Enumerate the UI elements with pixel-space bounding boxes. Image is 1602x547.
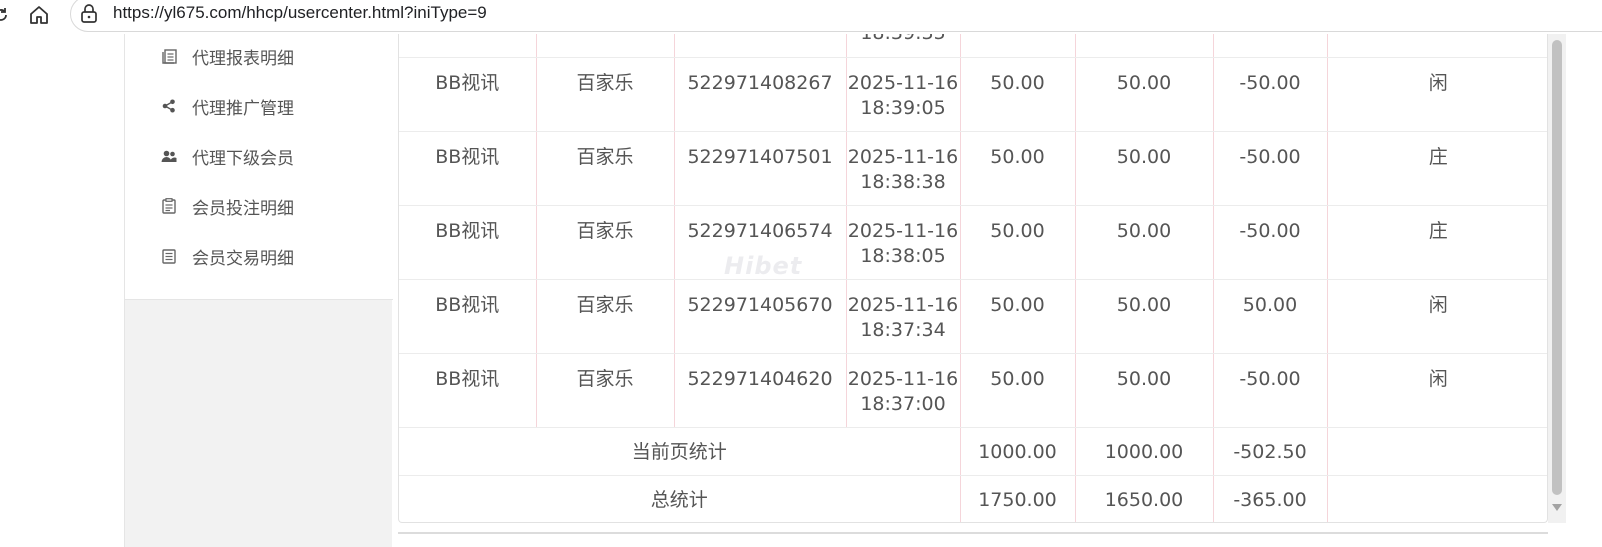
time-text: 18:38:38 — [860, 170, 946, 193]
bet-records-table: 18:39:35 BB视讯 百家乐 522971408267 2025-11-1… — [399, 34, 1547, 522]
site-info-icon[interactable] — [80, 4, 98, 24]
summary-bet-total: 1000.00 — [960, 427, 1076, 476]
table-row[interactable]: BB视讯 百家乐 522971406574 2025-11-16 18:38:05… — [399, 205, 1547, 280]
share-icon — [161, 98, 177, 114]
sidebar-item-member-transactions[interactable]: 会员交易明细 — [125, 234, 393, 278]
result-cell: 闲 — [1327, 57, 1547, 132]
platform-cell: BB视讯 — [399, 57, 537, 132]
result-cell: 闲 — [1327, 353, 1547, 428]
date-text: 2025-11-16 — [847, 71, 959, 94]
datetime-cell: 2025-11-16 18:37:34 — [846, 279, 961, 354]
game-cell: 百家乐 — [536, 57, 675, 132]
date-text: 2025-11-16 — [847, 367, 959, 390]
summary-row-total: 总统计 1750.00 1650.00 -365.00 — [399, 475, 1547, 522]
win-loss-cell: -50.00 — [1213, 353, 1328, 428]
win-loss-cell: -50.00 — [1213, 131, 1328, 206]
order-cell: 522971407501 — [674, 131, 847, 206]
users-icon — [161, 148, 177, 164]
valid-bet-cell: 50.00 — [1075, 131, 1214, 206]
platform-cell: BB视讯 — [399, 131, 537, 206]
browser-toolbar: https://yl675.com/hhcp/usercenter.html?i… — [0, 0, 1602, 34]
platform-cell: BB视讯 — [399, 353, 537, 428]
report-icon — [161, 48, 177, 64]
table-row[interactable]: BB视讯 百家乐 522971405670 2025-11-16 18:37:34… — [399, 279, 1547, 354]
table-row[interactable]: BB视讯 百家乐 522971404620 2025-11-16 18:37:00… — [399, 353, 1547, 428]
valid-bet-cell: 50.00 — [1075, 279, 1214, 354]
reload-icon[interactable] — [0, 2, 14, 28]
sidebar-item-agent-promo[interactable]: 代理推广管理 — [125, 84, 393, 128]
table-row[interactable]: BB视讯 百家乐 522971407501 2025-11-16 18:38:38… — [399, 131, 1547, 206]
bet-amount-cell: 50.00 — [960, 353, 1076, 428]
summary-valid-total: 1000.00 — [1075, 427, 1214, 476]
date-text: 2025-11-16 — [847, 145, 959, 168]
summary-label: 当前页统计 — [399, 427, 961, 476]
list-icon — [161, 248, 177, 264]
bet-amount-cell: 50.00 — [960, 205, 1076, 280]
time-text: 18:37:00 — [860, 392, 946, 415]
sidebar-item-label: 代理推广管理 — [192, 98, 294, 119]
summary-label: 总统计 — [399, 475, 961, 522]
datetime-cell: 2025-11-16 18:37:00 — [846, 353, 961, 428]
sidebar-menu: 代理报表明细 代理推广管理 代理下级会员 会员投注明细 会员交易明细 — [125, 34, 393, 300]
table-scrollbar[interactable] — [1548, 34, 1566, 523]
win-loss-cell: 50.00 — [1213, 279, 1328, 354]
result-cell: 庄 — [1327, 205, 1547, 280]
time-text: 18:37:34 — [860, 318, 946, 341]
result-cell: 闲 — [1327, 279, 1547, 354]
order-cell: 522971404620 — [674, 353, 847, 428]
game-cell: 百家乐 — [536, 279, 675, 354]
table-row[interactable]: BB视讯 百家乐 522971408267 2025-11-16 18:39:05… — [399, 57, 1547, 132]
valid-bet-cell: 50.00 — [1075, 353, 1214, 428]
scroll-thumb[interactable] — [1552, 40, 1562, 495]
time-text: 18:39:05 — [860, 96, 946, 119]
platform-cell: BB视讯 — [399, 279, 537, 354]
time-text: 18:38:05 — [860, 244, 946, 267]
platform-cell: BB视讯 — [399, 205, 537, 280]
game-cell: 百家乐 — [536, 205, 675, 280]
bet-amount-cell: 50.00 — [960, 279, 1076, 354]
order-cell: 522971408267 — [674, 57, 847, 132]
summary-valid-total: 1650.00 — [1075, 475, 1214, 522]
valid-bet-cell: 50.00 — [1075, 205, 1214, 280]
datetime-cell: 2025-11-16 18:38:38 — [846, 131, 961, 206]
game-cell: 百家乐 — [536, 353, 675, 428]
panel-divider — [398, 532, 1548, 534]
date-text: 2025-11-16 — [847, 219, 959, 242]
summary-blank-cell — [1327, 427, 1547, 476]
time-cell: 18:39:35 — [846, 34, 961, 58]
date-text: 2025-11-16 — [847, 293, 959, 316]
win-loss-cell: -50.00 — [1213, 57, 1328, 132]
bet-records-panel: 18:39:35 BB视讯 百家乐 522971408267 2025-11-1… — [398, 34, 1548, 523]
summary-blank-cell — [1327, 475, 1547, 522]
home-icon[interactable] — [26, 2, 52, 28]
scroll-down-arrow-icon[interactable] — [1552, 504, 1562, 511]
game-cell: 百家乐 — [536, 131, 675, 206]
bet-amount-cell: 50.00 — [960, 57, 1076, 132]
datetime-cell: 2025-11-16 18:39:05 — [846, 57, 961, 132]
sidebar-item-label: 代理报表明细 — [192, 48, 294, 69]
order-cell: 522971406574 — [674, 205, 847, 280]
url-text[interactable]: https://yl675.com/hhcp/usercenter.html?i… — [113, 3, 487, 23]
valid-bet-cell: 50.00 — [1075, 57, 1214, 132]
sidebar-item-member-bets[interactable]: 会员投注明细 — [125, 184, 393, 228]
summary-bet-total: 1750.00 — [960, 475, 1076, 522]
sidebar: 代理报表明细 代理推广管理 代理下级会员 会员投注明细 会员交易明细 — [124, 34, 393, 547]
table-row-partial: 18:39:35 — [399, 34, 1547, 58]
clipboard-icon — [161, 198, 177, 214]
sidebar-item-agent-report[interactable]: 代理报表明细 — [125, 34, 393, 78]
order-cell: 522971405670 — [674, 279, 847, 354]
summary-win-total: -365.00 — [1213, 475, 1328, 522]
sidebar-item-label: 会员投注明细 — [192, 198, 294, 219]
sidebar-item-label: 代理下级会员 — [192, 148, 294, 169]
datetime-cell: 2025-11-16 18:38:05 — [846, 205, 961, 280]
bet-amount-cell: 50.00 — [960, 131, 1076, 206]
summary-win-total: -502.50 — [1213, 427, 1328, 476]
summary-row-current-page: 当前页统计 1000.00 1000.00 -502.50 — [399, 427, 1547, 476]
sidebar-item-label: 会员交易明细 — [192, 248, 294, 269]
sidebar-item-agent-members[interactable]: 代理下级会员 — [125, 134, 393, 178]
result-cell: 庄 — [1327, 131, 1547, 206]
win-loss-cell: -50.00 — [1213, 205, 1328, 280]
